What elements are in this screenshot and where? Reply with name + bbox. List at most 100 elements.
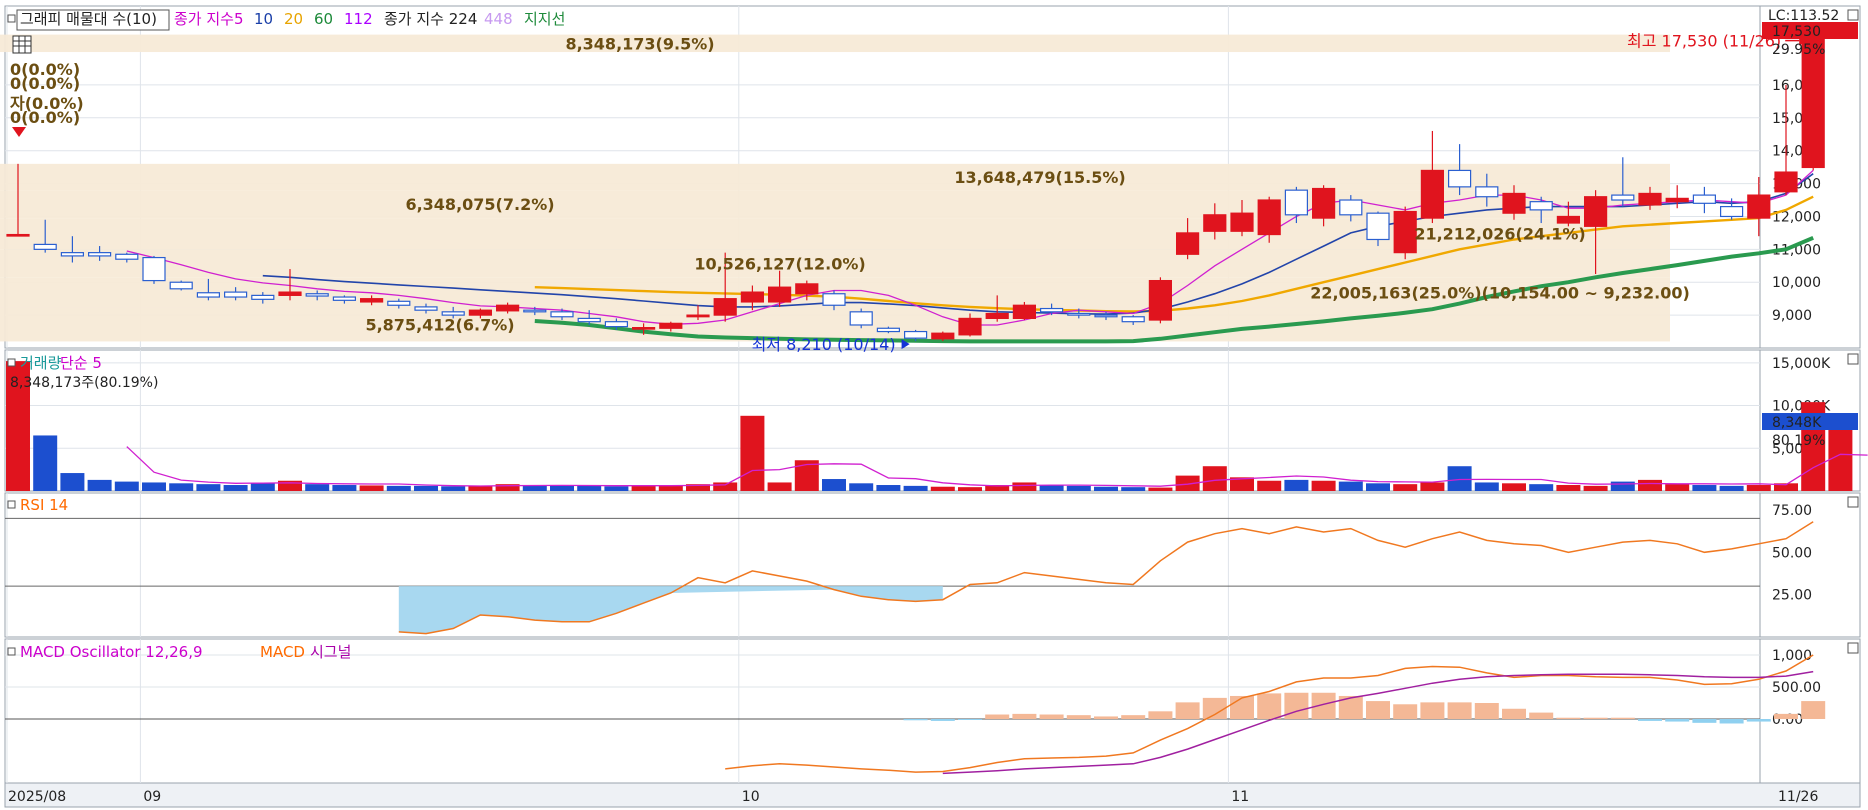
volume-bar <box>604 486 629 491</box>
table-icon <box>12 35 32 54</box>
x-right-label: 11/26 <box>1778 789 1818 805</box>
price-legend-item: 112 <box>344 10 373 28</box>
volume-bar <box>33 435 58 491</box>
macd-oscillator-bar <box>1447 702 1472 719</box>
volume-bar <box>1556 485 1581 491</box>
volume-bar <box>1746 485 1771 491</box>
left-label: 0(0.0%) <box>10 74 80 93</box>
volume-legend-toggle-icon <box>7 358 16 367</box>
macd-oscillator-bar <box>1393 704 1418 719</box>
volume-profile-label: 21,212,026(24.1%) <box>1414 225 1585 244</box>
candle-body <box>1067 312 1091 316</box>
candle-body <box>278 291 302 296</box>
candle-body <box>1420 169 1445 219</box>
macd-oscillator-bar <box>1502 708 1526 719</box>
volume-bar <box>1148 487 1173 491</box>
candle-body <box>849 311 873 326</box>
volume-bar <box>87 479 112 491</box>
macd-oscillator-bar <box>1148 711 1173 719</box>
volume-bar <box>1311 480 1336 491</box>
volume-bar <box>1039 485 1064 491</box>
candle <box>849 308 873 329</box>
price-legend-item: 종가 지수 224 <box>384 10 477 28</box>
candle-body <box>767 286 792 303</box>
candle-body <box>251 294 275 300</box>
volume-bar <box>1610 481 1635 491</box>
low-price-annotation: 최저 8,210 (10/14) <box>752 335 896 354</box>
change-label: 29.95% <box>1772 42 1825 58</box>
volume-profile-bar <box>0 34 1670 53</box>
candle-body <box>1774 171 1798 193</box>
macd-oscillator-bar <box>1610 717 1635 719</box>
pane-close-icon <box>1847 496 1859 508</box>
candle-body <box>1665 197 1689 203</box>
candle-body <box>60 252 85 257</box>
volume-bar <box>60 473 85 491</box>
volume-bar <box>1202 466 1227 491</box>
rsi-tick-label: 50.00 <box>1772 545 1812 561</box>
macd-oscillator-bar <box>1284 692 1309 719</box>
volume-profile-label: 22,005,163(25.0%)(10,154.00 ~ 9,232.00) <box>1310 283 1690 302</box>
price-legend-item: 5 <box>234 10 244 28</box>
rsi-legend-toggle-icon <box>7 500 16 509</box>
macd-oscillator-bar <box>1692 719 1717 723</box>
macd-oscillator-bar <box>1202 697 1227 719</box>
volume-bar <box>1366 483 1390 491</box>
candle-body <box>659 322 683 329</box>
candle-body <box>468 309 492 316</box>
macd-legend-item: MACD <box>260 643 305 661</box>
volume-bar <box>1094 486 1118 491</box>
left-label: 0(0.0%) <box>10 108 80 127</box>
volume-bar <box>1420 482 1445 491</box>
rsi-legend-item: RSI 14 <box>20 496 68 514</box>
volume-last-sub-label: 80.19% <box>1772 433 1825 449</box>
candle-body <box>387 300 411 306</box>
macd-oscillator-bar <box>1257 693 1282 719</box>
volume-bar <box>849 483 874 491</box>
macd-oscillator-bar <box>903 719 928 721</box>
volume-bar <box>386 485 411 491</box>
volume-bar <box>1393 484 1418 491</box>
macd-oscillator-bar <box>1665 719 1690 722</box>
price-tick-label: 10,000 <box>1772 275 1821 291</box>
volume-bar <box>305 484 330 491</box>
volume-bar <box>414 485 438 491</box>
candle-body <box>414 306 438 311</box>
volume-bar <box>250 483 275 491</box>
candle-body <box>305 293 329 297</box>
candle-body <box>1366 212 1390 241</box>
volume-bar <box>1719 485 1744 491</box>
candle-body <box>1502 192 1526 214</box>
macd-oscillator-bar <box>1556 717 1581 719</box>
price-legend-item: 지지선 <box>524 10 565 28</box>
candle-body <box>360 298 384 303</box>
candle-body <box>1175 232 1200 255</box>
price-tick-label: 9,000 <box>1772 308 1812 324</box>
stock-chart[interactable]: 9,00010,00011,00012,00013,00014,00015,00… <box>0 0 1868 810</box>
macd-oscillator-bar <box>985 714 1010 719</box>
price-legend-toggle-icon <box>7 14 16 23</box>
candle-body <box>1719 205 1744 218</box>
macd-tick-label: 1,000 <box>1772 648 1812 664</box>
candle-body <box>1556 215 1581 224</box>
volume-bar <box>1121 487 1146 491</box>
candle-body <box>1393 210 1417 254</box>
candle-body <box>142 256 166 282</box>
macd-oscillator-bar <box>958 719 982 720</box>
macd-oscillator-bar <box>1066 715 1091 719</box>
volume-bar <box>631 485 656 491</box>
top-right-label: LC:113.52 <box>1768 8 1839 24</box>
rsi-tick-label: 25.00 <box>1772 588 1812 604</box>
volume-bar <box>114 481 139 491</box>
volume-bar <box>930 486 955 491</box>
volume-profile-bar <box>0 190 1670 219</box>
x-tick-label: 2025/08 <box>8 789 66 805</box>
volume-bar <box>876 485 901 491</box>
pane-close-icon <box>1847 642 1859 654</box>
macd-oscillator-bar <box>930 719 955 721</box>
candle-body <box>169 281 193 290</box>
macd-oscillator-bar <box>1746 719 1771 722</box>
volume-bar <box>1529 484 1554 491</box>
candle-body <box>1339 199 1363 216</box>
candle-body <box>1747 194 1771 219</box>
